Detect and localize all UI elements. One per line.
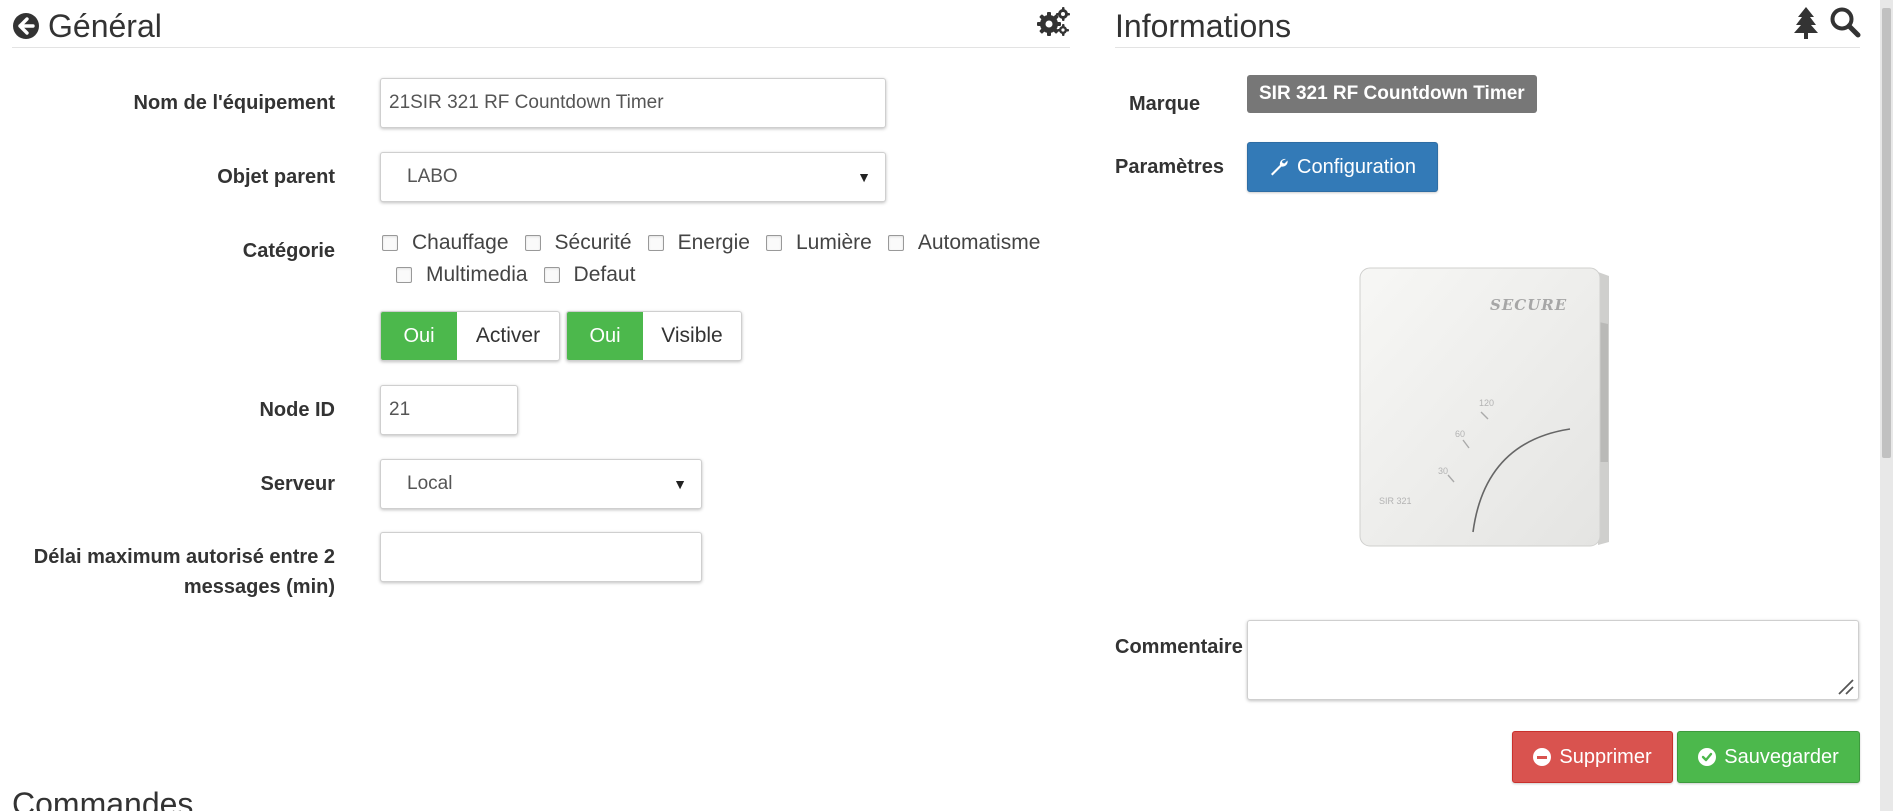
- device-tick-120: 120: [1479, 398, 1495, 408]
- save-button-label: Sauvegarder: [1724, 745, 1839, 768]
- category-securite[interactable]: Sécurité: [524, 231, 632, 255]
- params-label: Paramètres: [1115, 156, 1224, 178]
- server-label: Serveur: [260, 473, 336, 495]
- informations-divider: [1115, 47, 1860, 48]
- checkbox[interactable]: [524, 235, 541, 251]
- informations-header: Informations: [1115, 6, 1861, 48]
- delete-button-label: Supprimer: [1559, 745, 1652, 768]
- visible-toggle-on[interactable]: Oui: [567, 312, 643, 360]
- device-model-text: SIR 321: [1379, 496, 1412, 506]
- visible-toggle-label[interactable]: Visible: [643, 312, 741, 360]
- caret-down-icon: ▼: [673, 476, 687, 492]
- configuration-button-label: Configuration: [1297, 155, 1416, 178]
- server-select[interactable]: Local ▼: [380, 459, 702, 509]
- minus-circle-icon: [1533, 748, 1552, 766]
- checkbox[interactable]: [765, 235, 782, 251]
- wrench-icon: [1269, 157, 1289, 177]
- parent-label: Objet parent: [217, 166, 335, 188]
- category-label-defaut: Defaut: [573, 263, 636, 286]
- name-label: Nom de l'équipement: [133, 92, 335, 114]
- resize-handle-icon[interactable]: [1836, 677, 1854, 695]
- parent-select[interactable]: LABO ▼: [380, 152, 886, 202]
- category-defaut[interactable]: Defaut: [543, 263, 636, 287]
- delay-label-line1: Délai maximum autorisé entre 2: [33, 546, 335, 568]
- checkbox[interactable]: [543, 267, 560, 283]
- category-label: Catégorie: [242, 240, 335, 262]
- device-tick-60: 60: [1455, 429, 1466, 439]
- configuration-button[interactable]: Configuration: [1247, 142, 1438, 192]
- category-chauffage[interactable]: Chauffage: [382, 231, 509, 255]
- node-id-input[interactable]: 21: [380, 385, 518, 435]
- category-label-chauffage: Chauffage: [412, 231, 509, 254]
- checkbox[interactable]: [887, 235, 904, 251]
- checkbox[interactable]: [382, 235, 398, 251]
- category-label-multimedia: Multimedia: [426, 263, 528, 286]
- name-input[interactable]: 21SIR 321 RF Countdown Timer: [380, 78, 886, 128]
- delay-label: Délai maximum autorisé entre 2 messages …: [0, 542, 335, 602]
- server-select-value: Local: [407, 473, 453, 494]
- parent-select-value: LABO: [407, 166, 458, 187]
- informations-title: Informations: [1115, 8, 1292, 44]
- activate-toggle-on[interactable]: Oui: [381, 312, 457, 360]
- delay-label-line2: messages (min): [183, 576, 335, 598]
- name-input-value: 21SIR 321 RF Countdown Timer: [389, 92, 664, 113]
- caret-down-icon: ▼: [857, 169, 871, 185]
- category-automatisme[interactable]: Automatisme: [887, 231, 1041, 255]
- activate-toggle[interactable]: Oui Activer: [380, 311, 560, 361]
- category-label-energie: Energie: [677, 231, 750, 254]
- device-image: SECURE 120 60 30 SIR 321: [1355, 262, 1615, 552]
- category-energie[interactable]: Energie: [647, 231, 750, 255]
- node-id-label: Node ID: [259, 399, 335, 421]
- save-button[interactable]: Sauvegarder: [1677, 731, 1860, 783]
- category-label-automatisme: Automatisme: [917, 231, 1041, 254]
- node-id-value: 21: [389, 399, 411, 420]
- tree-icon[interactable]: [1793, 6, 1819, 40]
- delay-input[interactable]: [380, 532, 702, 582]
- visible-toggle[interactable]: Oui Visible: [566, 311, 742, 361]
- comment-label: Commentaire: [1115, 636, 1243, 658]
- commands-title: Commandes: [12, 786, 194, 811]
- gears-icon[interactable]: [1036, 6, 1070, 38]
- category-label-securite: Sécurité: [554, 231, 632, 254]
- category-checkboxes-row1: Chauffage Sécurité Energie Lumière Autom…: [382, 228, 1072, 258]
- general-header: Général: [12, 6, 1070, 48]
- brand-badge: SIR 321 RF Countdown Timer: [1247, 75, 1537, 113]
- general-divider: [12, 47, 1070, 48]
- arrow-circle-left-icon[interactable]: [12, 12, 40, 40]
- category-label-lumiere: Lumière: [795, 231, 872, 254]
- category-multimedia[interactable]: Multimedia: [396, 263, 528, 287]
- comment-textarea[interactable]: [1247, 620, 1859, 700]
- general-title: Général: [48, 8, 162, 44]
- checkbox[interactable]: [647, 235, 664, 251]
- search-icon[interactable]: [1829, 6, 1861, 38]
- check-circle-icon: [1698, 748, 1717, 766]
- device-tick-30: 30: [1438, 466, 1449, 476]
- page-scrollbar-thumb[interactable]: [1882, 8, 1891, 458]
- page-scrollbar[interactable]: [1880, 0, 1893, 811]
- activate-toggle-label[interactable]: Activer: [457, 312, 559, 360]
- checkbox[interactable]: [396, 267, 412, 283]
- category-lumiere[interactable]: Lumière: [765, 231, 872, 255]
- category-checkboxes-row2: Multimedia Defaut: [396, 260, 796, 290]
- delete-button[interactable]: Supprimer: [1512, 731, 1673, 783]
- device-brand-text: SECURE: [1490, 296, 1568, 314]
- brand-label: Marque: [1129, 93, 1201, 115]
